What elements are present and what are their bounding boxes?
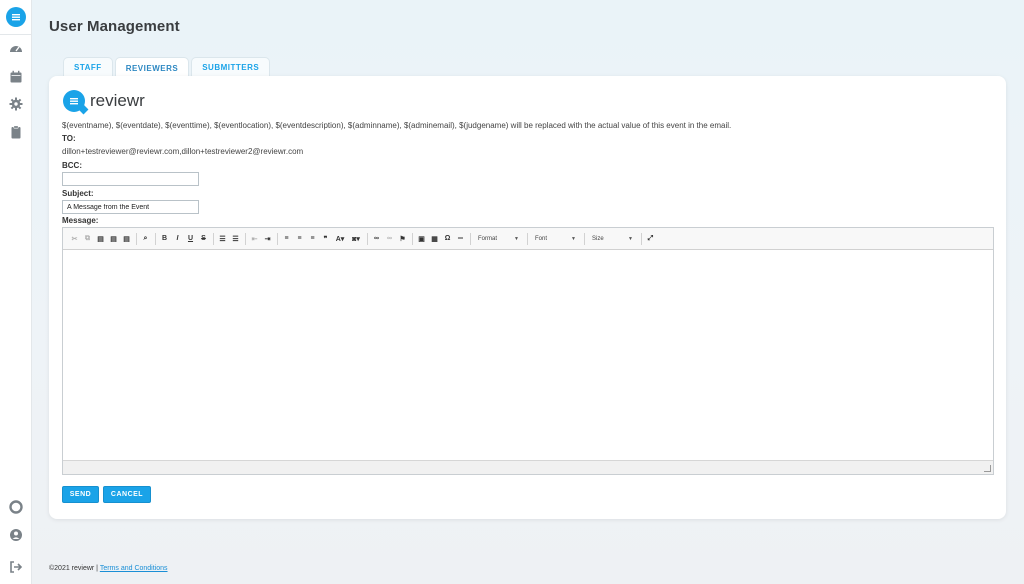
email-card: reviewr $(eventname), $(eventdate), $(ev… — [49, 76, 1006, 519]
tab-staff[interactable]: STAFF — [63, 57, 113, 77]
to-recipients: dillon+testreviewer@reviewr.com,dillon+t… — [62, 147, 304, 156]
to-label: TO: — [62, 134, 76, 143]
numbered-list-icon[interactable]: ☰ — [217, 233, 228, 244]
size-dropdown[interactable]: Size ▼ — [588, 233, 635, 245]
copyright-text: ©2021 reviewr | — [49, 565, 98, 572]
editor-toolbar: ✂ ⧉ ▤ ▤ ▤ ⌕ B I U S ☰ ☰ ⇤ ⇥ ≡ ≡ ≡ ❞ A▾ ◙… — [63, 228, 993, 250]
reviewr-logo-icon[interactable] — [6, 7, 26, 27]
align-right-icon[interactable]: ≡ — [307, 233, 318, 244]
table-icon[interactable]: ▦ — [429, 233, 440, 244]
align-center-icon[interactable]: ≡ — [294, 233, 305, 244]
subject-label: Subject: — [62, 189, 94, 198]
message-label: Message: — [62, 216, 99, 225]
resize-handle-icon[interactable] — [984, 465, 991, 472]
clipboard-icon[interactable] — [9, 125, 23, 139]
unlink-icon[interactable]: ∞ — [384, 233, 395, 244]
reviewr-brand-icon — [63, 90, 89, 115]
paste-text-icon[interactable]: ▤ — [108, 233, 119, 244]
sidebar — [0, 0, 32, 584]
message-editor: ✂ ⧉ ▤ ▤ ▤ ⌕ B I U S ☰ ☰ ⇤ ⇥ ≡ ≡ ≡ ❞ A▾ ◙… — [62, 227, 994, 475]
bcc-input[interactable] — [62, 172, 199, 186]
font-dropdown-label: Font — [535, 235, 548, 242]
text-color-icon[interactable]: A▾ — [333, 233, 347, 244]
maximize-icon[interactable]: ⤢ — [645, 233, 656, 244]
brand-name: reviewr — [90, 91, 145, 110]
format-dropdown-label: Format — [478, 235, 498, 242]
align-left-icon[interactable]: ≡ — [281, 233, 292, 244]
message-body[interactable] — [63, 250, 993, 460]
image-icon[interactable]: ▣ — [416, 233, 427, 244]
chevron-down-icon: ▼ — [571, 235, 576, 242]
sidebar-divider — [0, 34, 32, 35]
editor-footer — [63, 460, 993, 474]
chevron-down-icon: ▼ — [628, 235, 633, 242]
placeholder-info-text: $(eventname), $(eventdate), $(eventtime)… — [62, 121, 732, 130]
user-type-tabs: STAFF REVIEWERS SUBMITTERS — [63, 57, 272, 78]
cancel-button[interactable]: CANCEL — [103, 486, 151, 503]
tab-reviewers[interactable]: REVIEWERS — [114, 57, 190, 78]
paste-icon[interactable]: ▤ — [95, 233, 106, 244]
logout-icon[interactable] — [9, 560, 23, 574]
font-dropdown[interactable]: Font ▼ — [531, 233, 578, 245]
chevron-down-icon: ▼ — [514, 235, 519, 242]
calendar-icon[interactable] — [9, 70, 23, 84]
blockquote-icon[interactable]: ❞ — [320, 233, 331, 244]
bcc-label: BCC: — [62, 161, 82, 170]
strikethrough-icon[interactable]: S — [198, 233, 209, 244]
anchor-flag-icon[interactable]: ⚑ — [397, 233, 408, 244]
horizontal-rule-icon[interactable]: ═ — [455, 233, 466, 244]
page-title: User Management — [49, 18, 180, 35]
paste-word-icon[interactable]: ▤ — [121, 233, 132, 244]
brand-logo: reviewr — [63, 90, 145, 115]
italic-icon[interactable]: I — [172, 233, 183, 244]
bold-icon[interactable]: B — [159, 233, 170, 244]
cut-icon[interactable]: ✂ — [69, 233, 80, 244]
background-color-icon[interactable]: ◙▾ — [349, 233, 363, 244]
page-footer: ©2021 reviewr | Terms and Conditions — [49, 565, 168, 572]
copy-icon[interactable]: ⧉ — [82, 233, 93, 244]
outdent-icon[interactable]: ⇤ — [249, 233, 260, 244]
underline-icon[interactable]: U — [185, 233, 196, 244]
find-icon[interactable]: ⌕ — [140, 233, 151, 244]
tab-submitters[interactable]: SUBMITTERS — [191, 57, 271, 77]
user-profile-icon[interactable] — [9, 528, 23, 542]
settings-gear-icon[interactable] — [9, 97, 23, 111]
dashboard-gauge-icon[interactable] — [9, 42, 23, 56]
bulleted-list-icon[interactable]: ☰ — [230, 233, 241, 244]
send-button[interactable]: SEND — [62, 486, 99, 503]
terms-link[interactable]: Terms and Conditions — [100, 565, 168, 572]
special-char-icon[interactable]: Ω — [442, 233, 453, 244]
size-dropdown-label: Size — [592, 235, 604, 242]
indent-icon[interactable]: ⇥ — [262, 233, 273, 244]
help-lifebuoy-icon[interactable] — [9, 500, 23, 514]
format-dropdown[interactable]: Format ▼ — [474, 233, 521, 245]
link-icon[interactable]: ∞ — [371, 233, 382, 244]
subject-input[interactable] — [62, 200, 199, 214]
